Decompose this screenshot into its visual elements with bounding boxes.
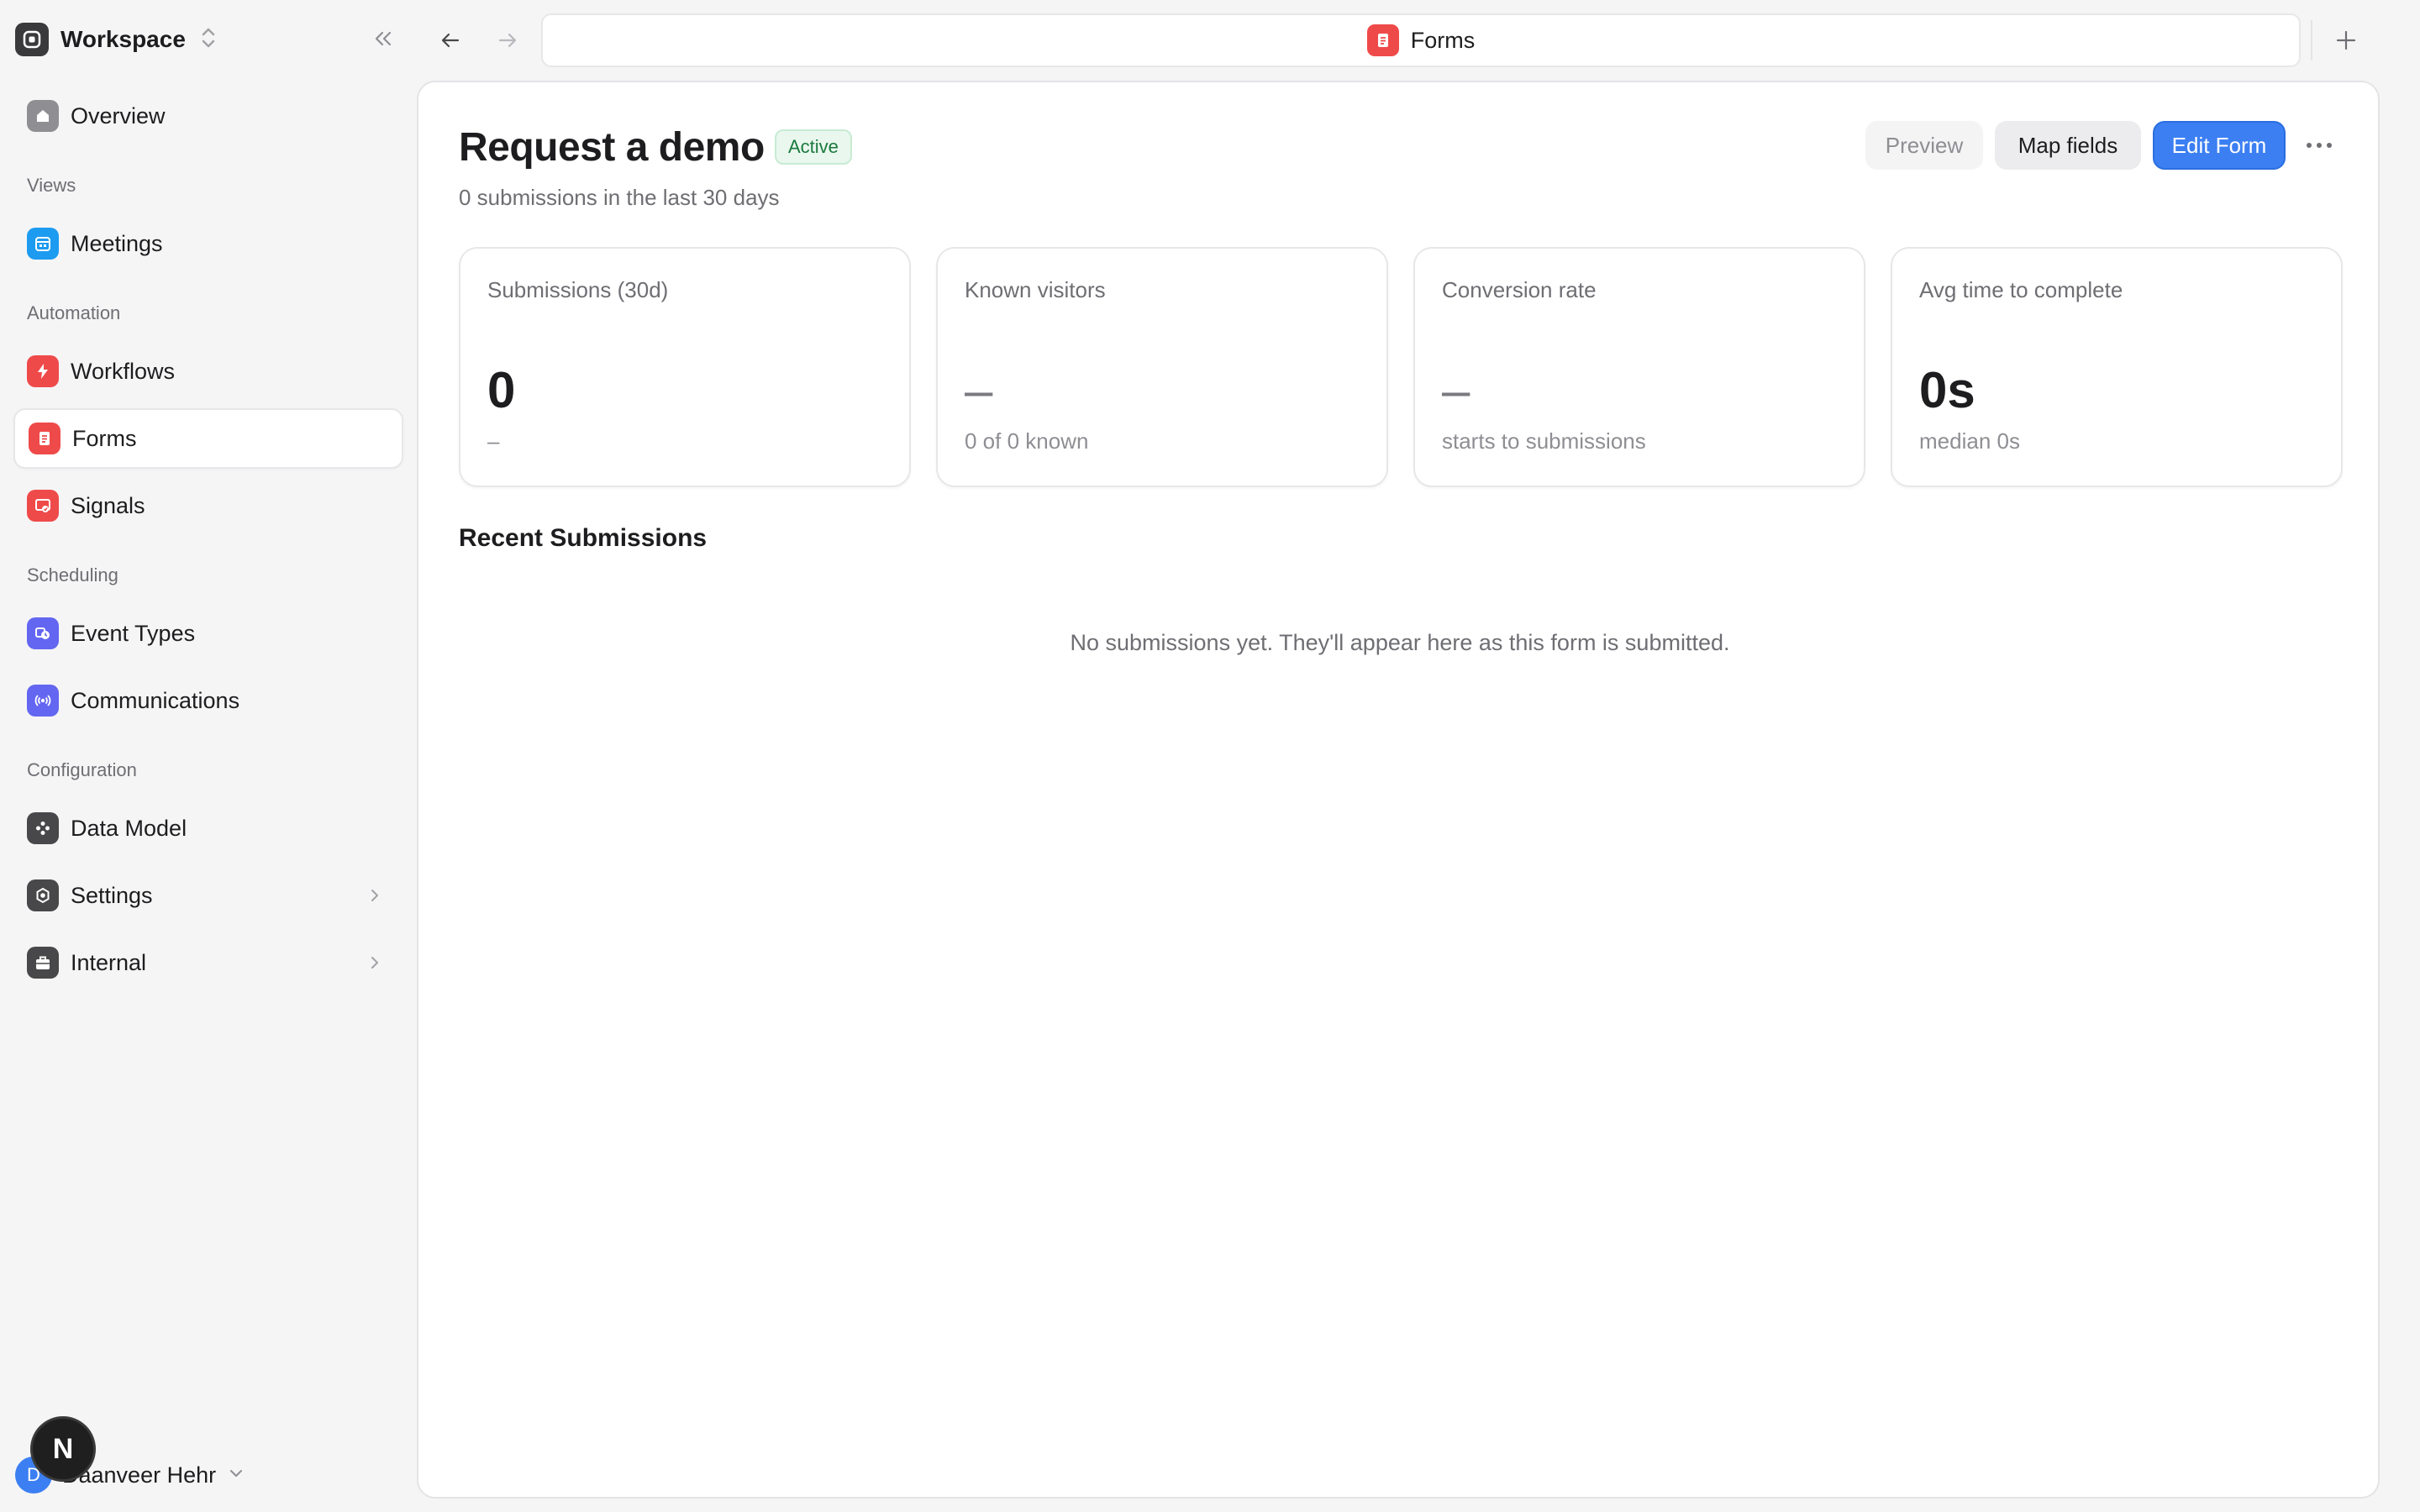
calendar-icon <box>27 228 59 260</box>
section-label-automation: Automation <box>27 302 121 323</box>
sidebar-item-label: Signals <box>71 492 145 518</box>
stat-sub: median 0s <box>1919 428 2020 454</box>
workspace-logo-icon <box>15 23 49 56</box>
sidebar-item-label: Overview <box>71 102 166 129</box>
workspace-switcher[interactable]: Workspace <box>15 22 218 57</box>
stat-card-conversion-rate: Conversion rate – starts to submissions <box>1413 247 1865 487</box>
arrow-right-icon <box>498 33 517 48</box>
sidebar-item-label: Workflows <box>71 358 176 384</box>
sidebar-item-internal[interactable]: Internal <box>13 932 403 993</box>
section-label-configuration: Configuration <box>27 759 137 780</box>
stat-label: Conversion rate <box>1442 277 1597 302</box>
sidebar-item-overview[interactable]: Overview <box>13 86 403 146</box>
double-chevron-left-icon <box>375 31 392 46</box>
sidebar-item-settings[interactable]: Settings <box>13 865 403 926</box>
form-icon <box>29 423 60 454</box>
dev-tools-badge[interactable]: N <box>30 1416 96 1482</box>
sidebar-item-data-model[interactable]: Data Model <box>13 798 403 858</box>
arrow-left-icon <box>441 33 460 48</box>
new-tab-button[interactable] <box>2328 22 2365 59</box>
forward-button[interactable] <box>489 22 526 59</box>
stat-sub: – <box>487 428 500 454</box>
edit-form-button[interactable]: Edit Form <box>2153 121 2286 170</box>
stat-label: Known visitors <box>965 277 1106 302</box>
chevron-up-down-icon <box>199 25 218 55</box>
section-label-views: Views <box>27 175 76 196</box>
workspace-name: Workspace <box>60 26 186 52</box>
sidebar-item-event-types[interactable]: Event Types <box>13 603 403 664</box>
sidebar-item-workflows[interactable]: Workflows <box>13 341 403 402</box>
tab-label: Forms <box>1410 27 1476 53</box>
bolt-icon <box>27 355 59 387</box>
preview-button[interactable]: Preview <box>1865 121 1983 170</box>
back-button[interactable] <box>432 22 469 59</box>
sidebar-item-label: Data Model <box>71 815 187 841</box>
stat-label: Submissions (30d) <box>487 277 669 302</box>
home-icon <box>27 100 59 132</box>
main-panel: Request a demo Active 0 submissions in t… <box>417 81 2380 1499</box>
data-model-icon <box>27 812 59 844</box>
briefcase-icon <box>27 947 59 979</box>
page-subtitle: 0 submissions in the last 30 days <box>459 185 780 210</box>
chevron-right-icon <box>366 953 383 977</box>
broadcast-icon <box>27 685 59 717</box>
collapse-sidebar-button[interactable] <box>366 22 400 55</box>
event-icon <box>27 617 59 649</box>
form-icon <box>1366 24 1399 56</box>
stat-sub: 0 of 0 known <box>965 428 1089 454</box>
recent-submissions-title: Recent Submissions <box>459 524 708 552</box>
chevron-down-icon <box>226 1463 246 1488</box>
status-badge: Active <box>775 129 852 165</box>
sidebar-item-label: Event Types <box>71 620 196 646</box>
sidebar-item-forms[interactable]: Forms <box>13 408 403 469</box>
more-options-button[interactable] <box>2297 121 2341 170</box>
stat-card-known-visitors: Known visitors – 0 of 0 known <box>936 247 1388 487</box>
plus-icon <box>2336 30 2356 50</box>
sidebar-item-meetings[interactable]: Meetings <box>13 213 403 274</box>
gear-icon <box>27 879 59 911</box>
sidebar: Workspace Overview Views Meetings Automa… <box>0 0 417 1512</box>
divider <box>2311 20 2312 60</box>
section-label-scheduling: Scheduling <box>27 564 118 585</box>
signal-icon <box>27 490 59 522</box>
stat-value: 0 <box>487 362 516 418</box>
sidebar-item-label: Internal <box>71 949 147 975</box>
stat-card-avg-time: Avg time to complete 0s median 0s <box>1891 247 2343 487</box>
stat-value: – <box>965 362 993 418</box>
sidebar-item-label: Communications <box>71 687 240 713</box>
sidebar-item-label: Meetings <box>71 230 163 256</box>
stat-value: 0s <box>1919 362 1975 418</box>
page-title: Request a demo <box>459 125 765 170</box>
sidebar-item-label: Settings <box>71 882 153 908</box>
stat-value: – <box>1442 362 1470 418</box>
stat-sub: starts to submissions <box>1442 428 1646 454</box>
stat-card-submissions: Submissions (30d) 0 – <box>459 247 911 487</box>
stat-label: Avg time to complete <box>1919 277 2123 302</box>
map-fields-button[interactable]: Map fields <box>1995 121 2141 170</box>
sidebar-item-label: Forms <box>72 425 137 451</box>
empty-state-message: No submissions yet. They'll appear here … <box>1070 630 1730 655</box>
ellipsis-icon <box>2307 143 2332 148</box>
tab-forms[interactable]: Forms <box>541 13 2301 67</box>
sidebar-item-communications[interactable]: Communications <box>13 670 403 731</box>
sidebar-item-signals[interactable]: Signals <box>13 475 403 536</box>
chevron-right-icon <box>366 885 383 910</box>
